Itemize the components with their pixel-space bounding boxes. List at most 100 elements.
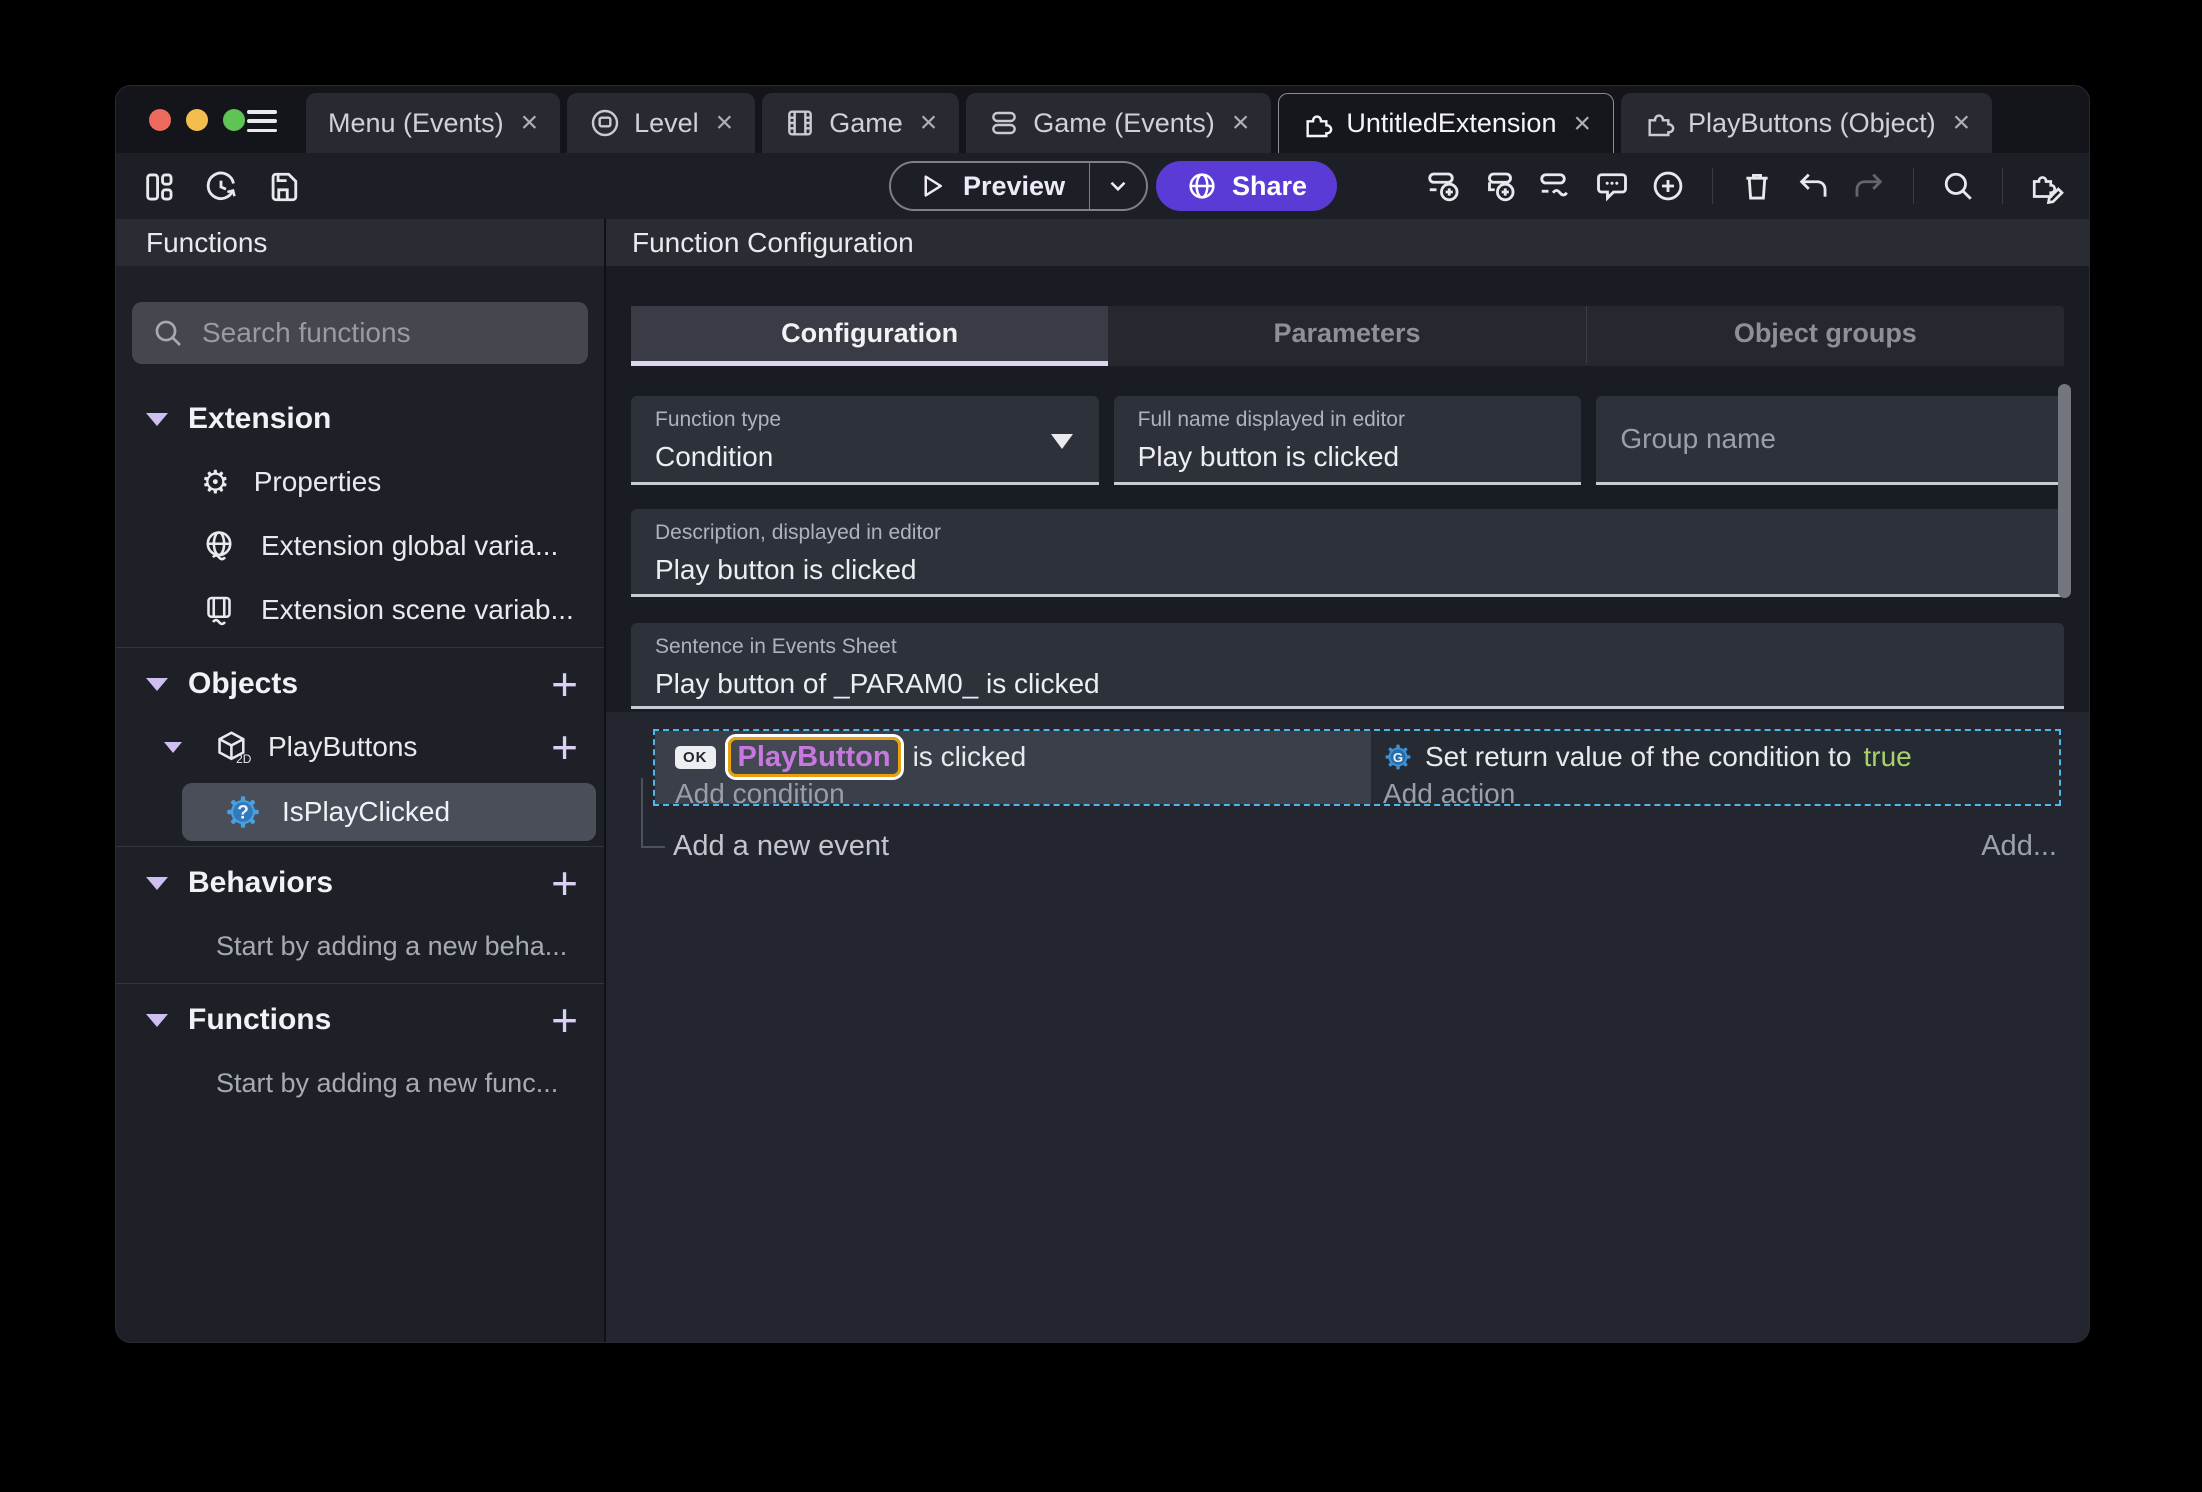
tab-parameters[interactable]: Parameters	[1108, 306, 1585, 366]
group-name-field[interactable]: Group name	[1596, 396, 2065, 485]
panels-icon[interactable]	[141, 169, 177, 205]
selected-event-row[interactable]: OK PlayButton is clicked Add condition G	[653, 729, 2061, 809]
tab-level[interactable]: Level ×	[567, 93, 756, 153]
search-functions-box[interactable]	[132, 302, 588, 364]
preview-button[interactable]: Preview	[889, 161, 1149, 211]
tab-game[interactable]: Game ×	[762, 93, 960, 153]
field-label: Full name displayed in editor	[1137, 408, 1405, 431]
save-icon[interactable]	[265, 169, 301, 205]
configuration-tabs: Configuration Parameters Object groups	[631, 306, 2064, 366]
section-label: Extension	[188, 402, 332, 435]
zoom-window-button[interactable]	[223, 109, 245, 131]
chevron-down-icon[interactable]	[146, 876, 168, 890]
main-panel-header: Function Configuration	[606, 219, 2089, 266]
menu-icon[interactable]	[247, 110, 277, 132]
undo-icon[interactable]	[1795, 168, 1831, 204]
action-text: Set return value of the condition to	[1425, 741, 1852, 772]
tree-item-isplayclicked-selected[interactable]: ? IsPlayClicked	[182, 783, 596, 841]
history-icon[interactable]	[203, 169, 239, 205]
add-object-button[interactable]: +	[547, 661, 582, 707]
add-event-icon[interactable]	[1426, 168, 1462, 204]
function-type-select[interactable]: Function type Condition	[631, 396, 1099, 485]
tree-item-playbuttons[interactable]: 2D PlayButtons +	[116, 715, 604, 779]
function-configuration-panel: Configuration Parameters Object groups F…	[606, 266, 2089, 1342]
add-behavior-button[interactable]: +	[547, 860, 582, 906]
circle-plus-icon[interactable]	[1650, 168, 1686, 204]
trash-icon[interactable]	[1739, 168, 1775, 204]
events-sheet[interactable]: OK PlayButton is clicked Add condition G	[606, 712, 2089, 1342]
divider	[1712, 168, 1713, 204]
tree-item-extension-scene-variables[interactable]: Extension scene variab...	[116, 578, 604, 642]
search-functions-input[interactable]	[202, 317, 568, 349]
main-panel-title: Function Configuration	[632, 226, 914, 258]
search-icon[interactable]	[1940, 168, 1976, 204]
comment-icon[interactable]	[1594, 168, 1630, 204]
tree-section-extension[interactable]: Extension	[116, 388, 604, 450]
item-label: Extension scene variab...	[261, 594, 574, 625]
close-icon[interactable]: ×	[1953, 106, 1971, 140]
divider	[116, 983, 604, 984]
close-icon[interactable]: ×	[716, 106, 734, 140]
close-icon[interactable]: ×	[1232, 106, 1250, 140]
add-subevent-icon[interactable]	[1482, 168, 1518, 204]
button-object-icon: OK	[675, 745, 716, 769]
play-icon	[924, 175, 942, 197]
tree-section-objects[interactable]: Objects +	[116, 653, 604, 715]
tab-playbuttons-object[interactable]: PlayButtons (Object) ×	[1621, 93, 1993, 153]
edit-extension-icon[interactable]	[2029, 168, 2065, 204]
field-label: Function type	[655, 408, 782, 431]
share-button[interactable]: Share	[1156, 161, 1338, 211]
redo-icon[interactable]	[1851, 168, 1887, 204]
preview-label: Preview	[963, 170, 1066, 201]
tab-label: Game (Events)	[1033, 107, 1215, 138]
full-name-field[interactable]: Full name displayed in editor Play butto…	[1113, 396, 1582, 485]
add-action-button[interactable]: Add action	[1383, 778, 2059, 810]
dropdown-arrow-icon	[1050, 434, 1073, 449]
functions-empty-hint: Start by adding a new func...	[216, 1067, 559, 1098]
functions-sidebar: Extension ⚙ Properties Extension global …	[116, 266, 606, 1342]
divider	[1913, 168, 1914, 204]
sidebar-title: Functions	[146, 226, 268, 258]
add-function-button[interactable]: +	[547, 997, 582, 1043]
action-value[interactable]: true	[1864, 741, 1912, 773]
add-condition-button[interactable]: Add condition	[675, 778, 1371, 810]
tab-configuration[interactable]: Configuration	[631, 306, 1109, 366]
tree-section-behaviors[interactable]: Behaviors +	[116, 852, 604, 914]
tab-object-groups[interactable]: Object groups	[1585, 306, 2064, 366]
tab-label: Menu (Events)	[328, 107, 504, 138]
app-window: Menu (Events) × Level × Game × Game (Eve…	[115, 85, 2090, 1343]
description-field[interactable]: Description, displayed in editor Play bu…	[631, 509, 2064, 597]
conditions-column[interactable]: OK PlayButton is clicked Add condition	[655, 731, 1371, 809]
add-object-function-button[interactable]: +	[547, 724, 582, 770]
add-more-button[interactable]: Add...	[1981, 830, 2057, 863]
chevron-down-icon[interactable]	[146, 677, 168, 691]
gdevelop-gear-icon: G	[1385, 744, 1411, 770]
tab-game-events[interactable]: Game (Events) ×	[966, 93, 1272, 153]
tree-item-extension-global-variables[interactable]: Extension global varia...	[116, 514, 604, 578]
functions-tree: Extension ⚙ Properties Extension global …	[116, 388, 604, 1115]
preview-options-button[interactable]	[1090, 173, 1146, 199]
condition-object-token[interactable]: PlayButton	[727, 736, 901, 778]
tree-section-functions[interactable]: Functions +	[116, 989, 604, 1051]
close-icon[interactable]: ×	[1573, 107, 1591, 141]
minimize-window-button[interactable]	[186, 109, 208, 131]
tab-label: Game	[829, 107, 903, 138]
tab-label: PlayButtons (Object)	[1688, 107, 1936, 138]
chevron-down-icon[interactable]	[164, 741, 182, 753]
chevron-down-icon[interactable]	[146, 1013, 168, 1027]
sentence-field[interactable]: Sentence in Events Sheet Play button of …	[631, 623, 2064, 709]
close-icon[interactable]: ×	[521, 106, 539, 140]
chevron-down-icon[interactable]	[146, 412, 168, 426]
divider	[116, 846, 604, 847]
tab-untitled-extension[interactable]: UntitledExtension ×	[1278, 93, 1614, 153]
close-icon[interactable]: ×	[920, 106, 938, 140]
vertical-scrollbar[interactable]	[2058, 384, 2071, 598]
section-label: Functions	[188, 1003, 332, 1036]
tab-menu-events[interactable]: Menu (Events) ×	[306, 93, 561, 153]
puzzle-icon	[1648, 114, 1675, 137]
add-other-events-icon[interactable]	[1538, 168, 1574, 204]
actions-column[interactable]: G Set return value of the condition to t…	[1371, 731, 2059, 809]
add-new-event-button[interactable]: Add a new event	[673, 830, 889, 863]
tree-item-properties[interactable]: ⚙ Properties	[116, 450, 604, 514]
close-window-button[interactable]	[149, 109, 171, 131]
